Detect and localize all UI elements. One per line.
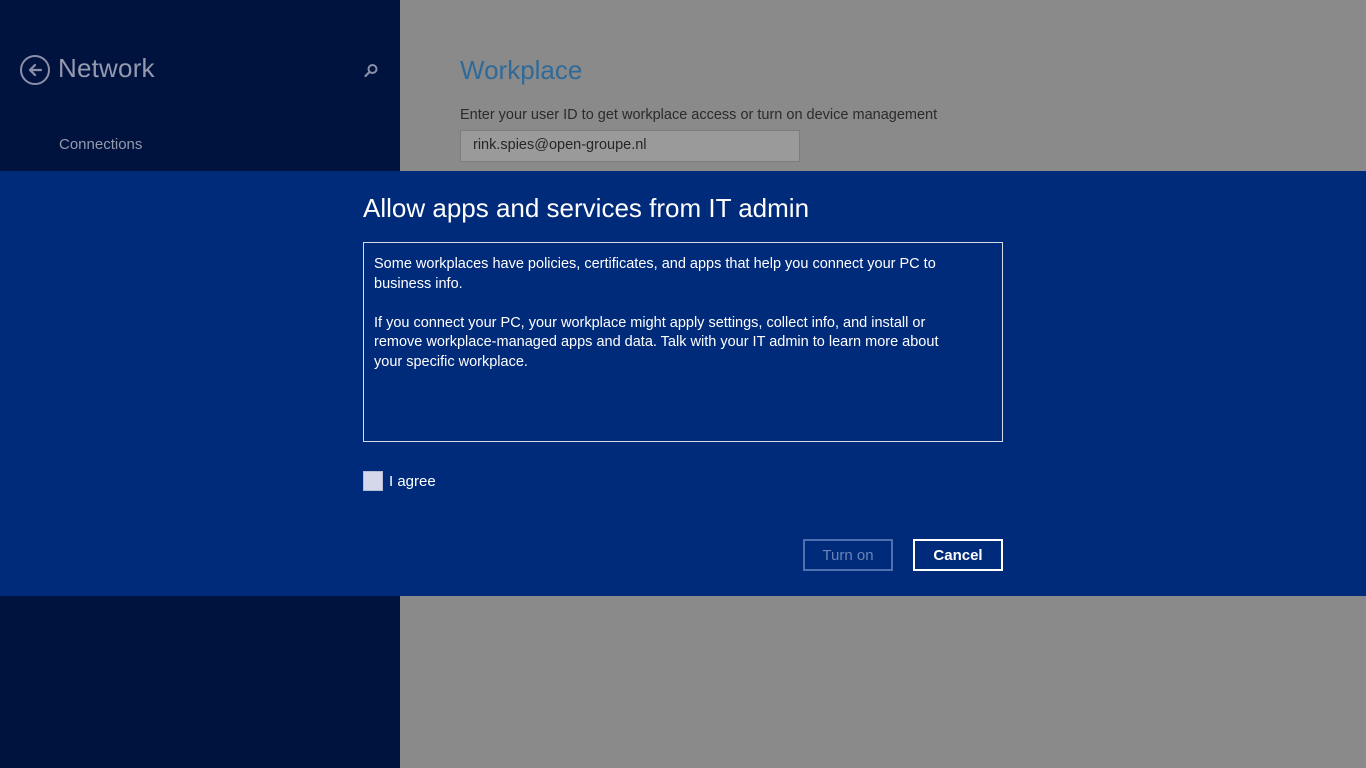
dialog-message-box: Some workplaces have policies, certifica… — [363, 242, 1003, 442]
turn-on-button[interactable]: Turn on — [803, 539, 893, 571]
consent-dialog: Allow apps and services from IT admin So… — [0, 171, 1366, 596]
sidebar-title: Network — [58, 53, 155, 83]
workplace-description: Enter your user ID to get workplace acce… — [460, 107, 938, 123]
back-button[interactable] — [20, 55, 50, 85]
cancel-button[interactable]: Cancel — [913, 539, 1003, 571]
user-id-field[interactable]: rink.spies@open-groupe.nl — [460, 130, 800, 162]
agree-checkbox[interactable] — [363, 471, 383, 491]
dialog-paragraph-2: If you connect your PC, your workplace m… — [374, 314, 939, 370]
page-title: Workplace — [460, 55, 583, 85]
settings-page: Network Connections Workplace Enter your… — [0, 0, 1366, 768]
search-icon[interactable] — [362, 62, 380, 80]
agree-label: I agree — [389, 472, 436, 490]
back-arrow-icon — [28, 63, 43, 77]
agree-checkbox-row[interactable]: I agree — [363, 471, 436, 491]
dialog-title: Allow apps and services from IT admin — [363, 193, 810, 223]
sidebar-item-connections[interactable]: Connections — [59, 136, 142, 153]
dialog-paragraph-1: Some workplaces have policies, certifica… — [374, 256, 936, 292]
